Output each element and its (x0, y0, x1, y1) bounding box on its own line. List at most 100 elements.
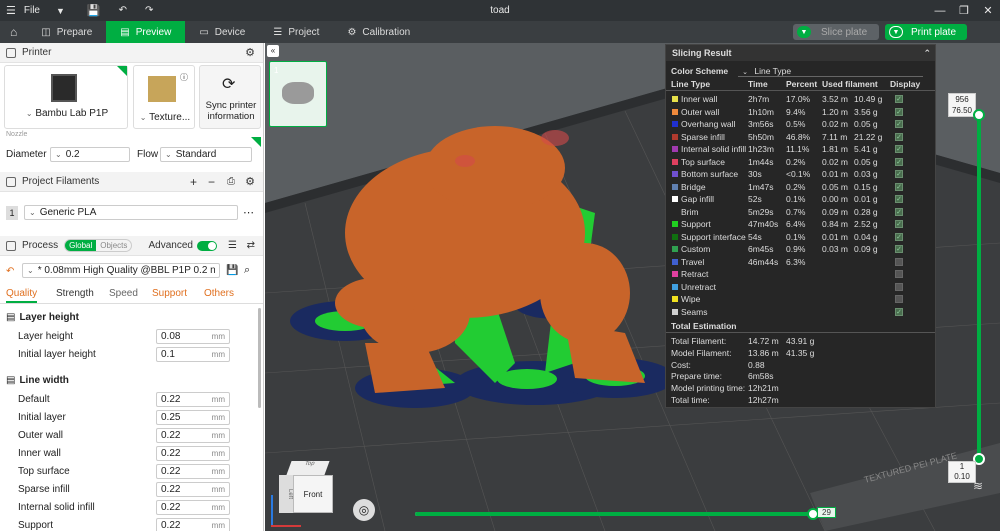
tab-preview[interactable]: ▤ Preview (106, 21, 186, 43)
setting-input[interactable]: 0.08 mm (156, 328, 230, 344)
display-checkbox[interactable]: ✓ (895, 120, 903, 128)
color-scheme-select[interactable]: ⌄ Line Type (738, 66, 924, 77)
tab-calibration[interactable]: ⚙ Calibration (333, 21, 424, 43)
setting-input[interactable]: 0.22 mm (156, 499, 230, 515)
display-checkbox[interactable]: ✓ (895, 157, 903, 166)
tab-quality[interactable]: Quality (6, 288, 38, 303)
chevron-down-icon[interactable]: ▼ (56, 6, 65, 16)
add-icon[interactable]: + (190, 175, 197, 189)
flow-select[interactable]: ⌄ Standard (160, 147, 252, 162)
display-checkbox[interactable]: ✓ (895, 245, 903, 253)
setting-input[interactable]: 0.1 mm (156, 346, 230, 362)
printer-card[interactable]: ⌄ Bambu Lab P1P (4, 65, 128, 129)
view-cube-front[interactable]: Front (293, 475, 333, 513)
display-checkbox[interactable]: ✓ (895, 132, 903, 141)
scrollbar[interactable] (258, 308, 261, 408)
display-checkbox[interactable]: ✓ (895, 220, 903, 228)
line-type-name: Support (681, 219, 711, 230)
global-objects-toggle[interactable]: Global Objects (64, 239, 133, 252)
view-cube-top[interactable]: Top (286, 461, 330, 475)
remove-icon[interactable]: − (208, 175, 215, 189)
plate-card[interactable]: ⓘ ⌄ Texture... (133, 65, 195, 129)
undo-icon[interactable]: ↶ (119, 5, 127, 16)
close-button[interactable]: ✕ (976, 0, 1000, 21)
display-checkbox[interactable]: ✓ (895, 145, 903, 153)
reset-icon[interactable]: ↶ (6, 266, 14, 277)
move-slider[interactable] (415, 508, 819, 520)
display-checkbox[interactable]: ✓ (895, 195, 903, 203)
display-checkbox[interactable]: ✓ (895, 207, 903, 216)
setting-value: 0.25 (161, 411, 181, 423)
display-checkbox[interactable] (895, 282, 903, 291)
display-checkbox[interactable]: ✓ (895, 170, 903, 178)
advanced-toggle[interactable] (197, 240, 217, 251)
display-checkbox[interactable]: ✓ (895, 232, 903, 241)
view-cube[interactable]: Top Left Front (277, 458, 337, 518)
filament-select[interactable]: ⌄ Generic PLA (24, 205, 238, 220)
layer-slider-top-handle[interactable] (973, 109, 985, 121)
setting-input[interactable]: 0.22 mm (156, 517, 230, 531)
setting-input[interactable]: 0.22 mm (156, 481, 230, 497)
save-preset-icon[interactable]: 💾 (226, 265, 238, 276)
tab-prepare[interactable]: ◫ Prepare (27, 21, 106, 43)
toggle-global[interactable]: Global (65, 240, 97, 251)
display-checkbox[interactable] (895, 295, 903, 303)
tab-strength[interactable]: Strength (56, 288, 94, 299)
recenter-button[interactable]: ◎ (353, 499, 375, 521)
display-checkbox[interactable] (895, 270, 903, 278)
display-checkbox[interactable]: ✓ (895, 107, 903, 116)
file-menu[interactable]: File (24, 5, 40, 16)
nozzle-label: Nozzle (6, 131, 28, 138)
setting-input[interactable]: 0.25 mm (156, 409, 230, 425)
dropdown-icon[interactable]: ▼ (797, 26, 811, 38)
tab-support[interactable]: Support (152, 288, 187, 299)
layer-slider[interactable] (973, 109, 985, 465)
info-icon[interactable]: ⓘ (180, 72, 188, 83)
list-icon[interactable]: ☰ (228, 240, 237, 251)
display-checkbox[interactable]: ✓ (895, 182, 903, 191)
sync-filament-icon[interactable]: ⎙ (227, 176, 235, 187)
compare-icon[interactable]: ⇄ (247, 240, 255, 251)
maximize-button[interactable]: ❐ (952, 0, 976, 21)
slice-plate-button[interactable]: ▼ Slice plate (793, 24, 879, 40)
minimize-button[interactable]: — (928, 0, 952, 21)
gear-icon[interactable]: ⚙ (245, 175, 255, 188)
sync-printer-button[interactable]: ⟳ Sync printer information (199, 65, 261, 129)
dropdown-icon[interactable]: ▼ (889, 26, 903, 38)
setting-input[interactable]: 0.22 mm (156, 445, 230, 461)
save-icon[interactable]: 💾 (87, 4, 101, 17)
process-icon (6, 240, 16, 251)
collapse-icon[interactable]: « (267, 45, 279, 57)
edit-icon[interactable]: ⋯ (243, 206, 254, 219)
color-swatch (672, 221, 678, 227)
process-tabs: Quality Strength Speed Support Others (0, 286, 263, 304)
collapse-icon[interactable]: ⌃ (923, 48, 931, 59)
tab-project[interactable]: ☰ Project (259, 21, 333, 43)
line-type-name: Custom (681, 244, 711, 255)
filament-item[interactable]: 1 ⌄ Generic PLA ⋯ (6, 205, 254, 223)
toggle-objects[interactable]: Objects (96, 240, 131, 251)
redo-icon[interactable]: ↷ (145, 5, 153, 16)
display-checkbox[interactable] (895, 257, 903, 266)
diameter-select[interactable]: ⌄ 0.2 (50, 147, 130, 162)
setting-input[interactable]: 0.22 mm (156, 391, 230, 407)
menu-icon[interactable]: ☰ (6, 4, 16, 17)
gear-icon[interactable]: ⚙ (245, 46, 255, 59)
print-plate-button[interactable]: ▼ Print plate (885, 24, 967, 40)
display-checkbox[interactable]: ✓ (895, 95, 903, 103)
layers-icon[interactable]: ≋ (973, 479, 983, 493)
tab-others[interactable]: Others (204, 288, 234, 299)
length-cell: 0.00 m (822, 194, 848, 205)
home-tab[interactable]: ⌂ (0, 21, 27, 43)
percent-cell: 17.0% (786, 94, 811, 105)
setting-input[interactable]: 0.22 mm (156, 463, 230, 479)
process-preset-select[interactable]: ⌄ * 0.08mm High Quality @BBL P1P 0.2 n..… (22, 263, 220, 278)
setting-input[interactable]: 0.22 mm (156, 427, 230, 443)
display-checkbox[interactable]: ✓ (895, 307, 903, 316)
tab-speed[interactable]: Speed (109, 288, 138, 299)
tab-device[interactable]: ▭ Device (185, 21, 259, 43)
group-title: Line width (19, 374, 69, 386)
search-icon[interactable]: ⌕ (244, 264, 250, 277)
view-cube-left[interactable]: Left (279, 475, 293, 513)
plate-thumbnail[interactable]: 1 (269, 61, 327, 127)
